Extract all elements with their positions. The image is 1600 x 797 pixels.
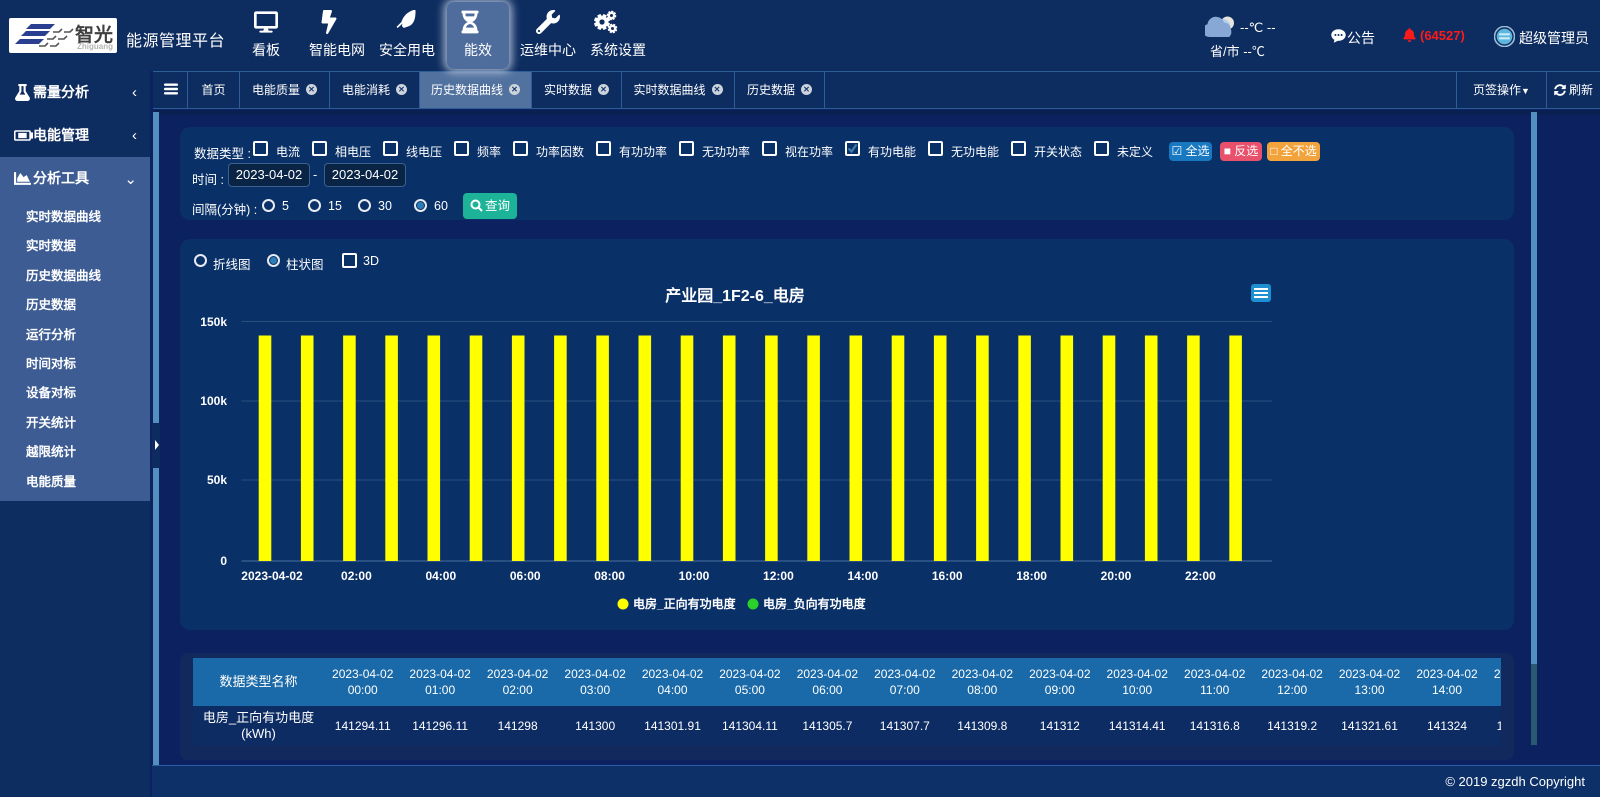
svg-text:50k: 50k [207,473,227,487]
svg-text:18:00: 18:00 [1016,569,1047,583]
svg-text:14:00: 14:00 [847,569,878,583]
svg-text:16:00: 16:00 [932,569,963,583]
svg-text:电房_负向有功电度: 电房_负向有功电度 [763,596,867,611]
svg-text:20:00: 20:00 [1101,569,1132,583]
svg-text:12:00: 12:00 [763,569,794,583]
svg-text:Zhiguang: Zhiguang [77,42,113,51]
svg-text:08:00: 08:00 [594,569,625,583]
svg-text:06:00: 06:00 [510,569,541,583]
svg-text:02:00: 02:00 [341,569,372,583]
svg-text:22:00: 22:00 [1185,569,1216,583]
svg-text:100k: 100k [200,394,227,408]
svg-text:2023-04-02: 2023-04-02 [241,569,303,583]
svg-text:电房_正向有功电度: 电房_正向有功电度 [633,596,737,611]
svg-text:04:00: 04:00 [425,569,456,583]
svg-text:150k: 150k [200,315,227,329]
svg-text:0: 0 [220,554,227,568]
svg-text:10:00: 10:00 [679,569,710,583]
